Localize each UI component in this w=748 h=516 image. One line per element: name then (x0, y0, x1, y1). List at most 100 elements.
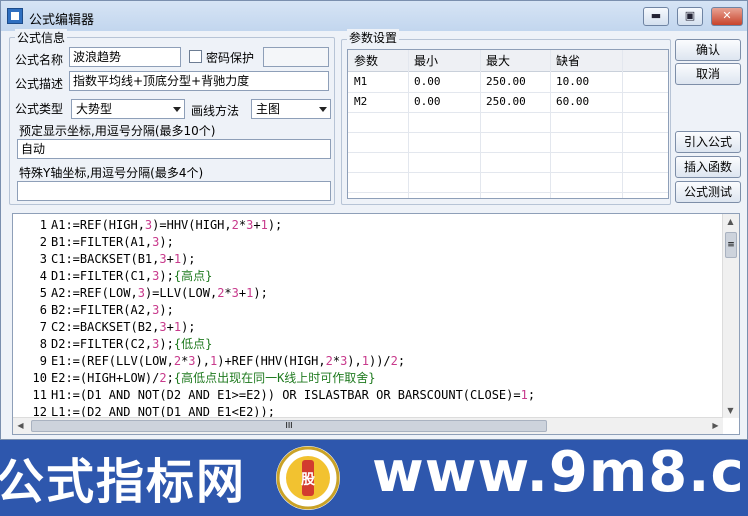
params-group-label: 参数设置 (347, 29, 400, 46)
code-number: 1 (173, 320, 182, 334)
banner-url: www.9m8.cn (372, 440, 748, 505)
code-token: B2:=FILTER(A2, (51, 303, 153, 317)
test-formula-button[interactable]: 公式测试 (675, 181, 741, 203)
maximize-button[interactable]: ▣ (677, 7, 703, 26)
code-line[interactable]: 6 B2:=FILTER(A2,3); (19, 302, 535, 319)
code-token: ; (397, 354, 406, 368)
code-line[interactable]: 7 C2:=BACKSET(B2,3+1); (19, 319, 535, 336)
scroll-up-arrow-icon[interactable]: ▲ (723, 214, 738, 229)
code-number: 3 (159, 320, 167, 334)
code-line[interactable]: 10 E2:=(HIGH+LOW)/2;{高低点出现在同一K线上时可作取舍} (19, 370, 535, 387)
code-token: + (253, 218, 261, 232)
code-line[interactable]: 11 H1:=(D1 AND NOT(D2 AND E1>=E2)) OR ISL… (19, 387, 536, 404)
code-token: ); (253, 286, 268, 300)
code-number: 3 (188, 354, 196, 368)
code-token: H1:=(D1 AND NOT(D2 AND E1>=E2)) OR ISLAS… (51, 388, 521, 402)
insert-function-button[interactable]: 插入函数 (675, 156, 741, 178)
draw-method-value: 主图 (256, 102, 281, 116)
line-number: 10 (32, 371, 47, 385)
code-token: ; (166, 371, 174, 385)
scroll-right-arrow-icon[interactable]: ▶ (708, 418, 723, 433)
y-axis-coords-input[interactable] (17, 181, 331, 201)
code-token: B1:=FILTER(A1, (51, 235, 153, 249)
password-protect-checkbox[interactable] (189, 50, 202, 63)
code-line[interactable]: 4 D1:=FILTER(C1,3);{高点} (19, 268, 535, 285)
close-button[interactable]: ✕ (711, 7, 743, 26)
code-number: 3 (231, 286, 239, 300)
param-m2-default[interactable]: 60.00 (550, 92, 589, 112)
code-comment: {低点} (173, 337, 213, 351)
code-number: 2 (231, 218, 239, 232)
import-formula-button[interactable]: 引入公式 (675, 131, 741, 153)
code-token: ), (347, 354, 362, 368)
header-default: 缺省 (556, 54, 581, 68)
code-content[interactable]: 1 A1:=REF(HIGH,3)=HHV(HIGH,2*3+1); 2 B1:=FI… (19, 217, 536, 421)
code-token: ; (527, 388, 536, 402)
line-number: 9 (39, 354, 47, 368)
scroll-down-arrow-icon[interactable]: ▼ (723, 403, 738, 418)
code-number: 2 (390, 354, 398, 368)
code-token: D2:=FILTER(C2, (51, 337, 153, 351)
line-number: 5 (39, 286, 47, 300)
params-table[interactable]: 参数 最小 最大 缺省 M1 0.00 250.00 10.00 M2 0.00… (347, 49, 669, 199)
code-number: 2 (173, 354, 182, 368)
code-line[interactable]: 5 A2:=REF(LOW,3)=LLV(LOW,2*3+1); (19, 285, 535, 302)
minimize-button[interactable]: ▬ (643, 7, 669, 26)
watermark-banner: 公式指标网 股 www.9m8.cn (0, 440, 748, 516)
code-number: 1 (361, 354, 369, 368)
scroll-left-arrow-icon[interactable]: ◀ (13, 418, 28, 433)
param-m1-name[interactable]: M1 (348, 72, 367, 92)
code-token: ), (195, 354, 210, 368)
code-line[interactable]: 9 E1:=(REF(LLV(LOW,2*3),1)+REF(HHV(HIGH,2… (19, 353, 535, 370)
formula-type-label: 公式类型 (15, 102, 64, 116)
code-editor[interactable]: 1 A1:=REF(HIGH,3)=HHV(HIGH,2*3+1); 2 B1:=FI… (12, 213, 740, 435)
code-token: * (332, 354, 341, 368)
formula-name-input[interactable]: 波浪趋势 (69, 47, 181, 67)
draw-method-label: 画线方法 (191, 104, 240, 118)
row-divider (348, 112, 668, 113)
horizontal-scrollbar[interactable]: ◀ III ▶ (13, 417, 723, 434)
code-token: ); (159, 303, 174, 317)
param-m2-name[interactable]: M2 (348, 92, 367, 112)
display-coords-input[interactable]: 自动 (17, 139, 331, 159)
code-token: + (166, 252, 174, 266)
formula-type-select[interactable]: 大势型 (71, 99, 185, 119)
param-m1-default[interactable]: 10.00 (550, 72, 589, 92)
code-token: ); (159, 337, 174, 351)
code-number: 1 (260, 218, 268, 232)
code-token: ); (181, 320, 196, 334)
code-token: * (224, 286, 232, 300)
param-m2-max[interactable]: 250.00 (480, 92, 526, 112)
code-token: + (166, 320, 174, 334)
code-token: A2:=REF(LOW, (51, 286, 138, 300)
code-line[interactable]: 2 B1:=FILTER(A1,3); (19, 234, 535, 251)
code-line[interactable]: 8 D2:=FILTER(C2,3);{低点} (19, 336, 535, 353)
draw-method-select[interactable]: 主图 (251, 99, 331, 119)
banner-site-name: 公式指标网 (0, 454, 247, 510)
code-number: 1 (520, 388, 528, 402)
horizontal-scroll-thumb[interactable]: III (31, 420, 547, 432)
formula-desc-label: 公式描述 (15, 77, 64, 91)
line-number: 8 (39, 337, 47, 351)
window-title: 公式编辑器 (29, 13, 95, 28)
param-m2-min[interactable]: 0.00 (408, 92, 441, 112)
chevron-down-icon (173, 107, 181, 112)
code-line[interactable]: 3 C1:=BACKSET(B1,3+1); (19, 251, 535, 268)
row-divider (348, 172, 668, 173)
line-number: 7 (39, 320, 47, 334)
formula-desc-input[interactable]: 指数平均线+顶底分型+背驰力度 (69, 71, 329, 91)
vertical-scrollbar[interactable]: ▲ ≡ ▼ (722, 214, 739, 418)
ok-button[interactable]: 确认 (675, 39, 741, 61)
title-bar[interactable]: 公式编辑器 ▬ ▣ ✕ (1, 1, 747, 31)
cancel-button[interactable]: 取消 (675, 63, 741, 85)
password-input[interactable] (263, 47, 329, 67)
code-line[interactable]: 1 A1:=REF(HIGH,3)=HHV(HIGH,2*3+1); (19, 217, 535, 234)
code-token: )+REF(HHV(HIGH, (217, 354, 326, 368)
row-divider (348, 152, 668, 153)
app-icon (7, 8, 23, 24)
vertical-scroll-thumb[interactable]: ≡ (725, 232, 737, 258)
line-number: 1 (39, 218, 47, 232)
param-m1-min[interactable]: 0.00 (408, 72, 441, 92)
param-m1-max[interactable]: 250.00 (480, 72, 526, 92)
code-token: )=HHV(HIGH, (152, 218, 232, 232)
